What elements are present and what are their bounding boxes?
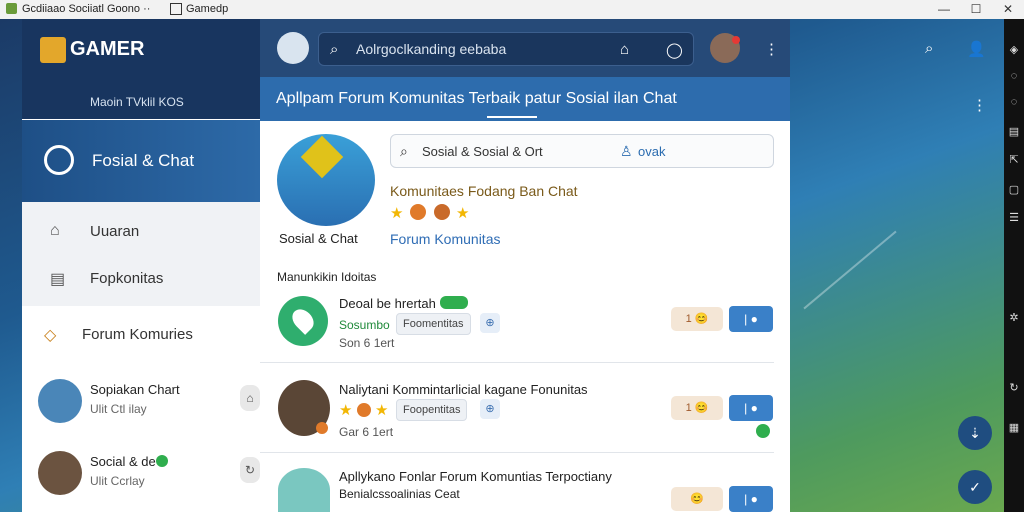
app-icon <box>6 3 17 14</box>
sidebar-item-label[interactable]: Fopkonitas <box>90 270 163 287</box>
search-placeholder: Aolrgoclkanding eebaba <box>356 41 507 57</box>
badge-icon <box>410 204 426 220</box>
star-icon: ★ <box>375 402 389 419</box>
divider <box>260 452 774 453</box>
post-tag[interactable]: Foopentitas <box>396 399 468 421</box>
divider <box>260 362 774 363</box>
hero-diamond-icon <box>300 135 344 179</box>
hero-image <box>277 134 375 226</box>
sidebar-item-label[interactable]: Uuaran <box>90 223 139 240</box>
post-meta: Benialcssoalinias Ceat <box>339 487 460 501</box>
post-action-button[interactable]: | ● <box>729 306 773 332</box>
chat-name[interactable]: Social & de <box>90 454 156 469</box>
banner-title: Apllpam Forum Komunitas Terbaik patur So… <box>276 90 677 107</box>
banner-indicator <box>487 116 537 118</box>
maximize-button[interactable]: ☐ <box>962 0 990 19</box>
more-vert-icon[interactable]: ⋮ <box>972 96 987 114</box>
toolbar-list-icon[interactable]: ☰ <box>1006 210 1022 226</box>
chat-action-icon[interactable]: ⌂ <box>240 385 260 411</box>
toolbar-doc-icon[interactable]: ▤ <box>1006 124 1022 140</box>
more-vert-icon[interactable]: ⋮ <box>764 40 779 58</box>
toolbar-export-icon[interactable]: ⇱ <box>1006 152 1022 168</box>
star-icon: ★ <box>339 402 353 419</box>
sidebar-active-label: Fosial & Chat <box>92 151 195 170</box>
home-icon: ⌂ <box>50 222 60 239</box>
avatar[interactable] <box>38 451 82 495</box>
fab-bottom-icon[interactable]: ✓ <box>958 470 992 504</box>
chat-action-icon[interactable]: ↻ <box>240 457 260 483</box>
tab-1[interactable]: Gcdiiaao Sociiatl Goono ·· <box>22 2 150 17</box>
right-toolbar <box>1004 19 1024 512</box>
notification-badge <box>732 36 740 44</box>
search-icon: ⌕ <box>400 143 408 159</box>
toolbar-pin-icon[interactable]: ◈ <box>1006 42 1022 58</box>
user-icon[interactable]: 👤 <box>967 40 986 58</box>
avatar-badge-icon <box>316 422 328 434</box>
leaf-icon <box>288 305 318 335</box>
app-logo[interactable]: GAMER <box>70 38 144 61</box>
gamer-logo-icon <box>40 37 66 63</box>
chat-icon[interactable]: ◯ <box>666 41 683 59</box>
toolbar-settings-icon[interactable]: ✲ <box>1006 310 1022 326</box>
sidebar-group <box>22 202 260 306</box>
badge-icon <box>434 204 450 220</box>
post-action-button[interactable]: | ● <box>729 395 773 421</box>
title-bar: Gcdiiaao Sociiatl Goono ·· Gamedp — ☐ ✕ <box>0 0 1024 20</box>
minimize-button[interactable]: — <box>930 0 958 19</box>
post-time: Gar 6 1ert <box>339 425 394 439</box>
search-chat-icon <box>44 145 74 175</box>
toolbar-sync-icon[interactable]: ↻ <box>1006 380 1022 396</box>
post-tag[interactable]: Foomentitas <box>396 313 471 335</box>
close-button[interactable]: ✕ <box>994 0 1022 19</box>
sidebar-item-label[interactable]: Forum Komuries <box>82 326 193 343</box>
search-icon[interactable]: ⌕ <box>925 40 933 57</box>
toolbar-bell-icon[interactable]: ◌ <box>1006 94 1022 110</box>
link-icon[interactable]: ⊕ <box>480 313 500 333</box>
post-action-button[interactable]: | ● <box>729 486 773 512</box>
content-search-text: Sosial & Sosial & Ort <box>422 144 543 159</box>
hero-image-label: Sosial & Chat <box>279 231 358 246</box>
hero-title: Komunitaes Fodang Ban Chat <box>390 183 578 199</box>
online-status-icon <box>756 424 770 438</box>
post-meta: Sosumbo <box>339 318 390 332</box>
light-streak <box>803 230 897 310</box>
star-icon: ★ <box>390 205 404 222</box>
online-status-icon <box>156 455 168 467</box>
star-icon: ★ <box>456 205 470 222</box>
post-title[interactable]: Deoal be hrertah <box>339 296 436 311</box>
fab-top-icon[interactable]: ⇣ <box>958 416 992 450</box>
search-icon: ⌕ <box>330 41 339 58</box>
sidebar-subtitle: Maoin TVklil KOS <box>90 95 184 109</box>
post-title[interactable]: Naliytani Kommintarlicial kagane Fonunit… <box>339 382 588 397</box>
post-time: Son 6 1ert <box>339 336 395 350</box>
avatar[interactable] <box>38 379 82 423</box>
reaction-button[interactable]: 😊 <box>671 487 723 511</box>
chat-subtitle: Ulit Ctl ilay <box>90 402 147 416</box>
status-badge <box>440 296 468 309</box>
chat-subtitle: Ulit Ccrlay <box>90 474 145 488</box>
post-avatar[interactable] <box>278 296 328 346</box>
link-icon[interactable]: ⊕ <box>480 399 500 419</box>
badge-icon <box>357 403 371 417</box>
toolbar-chat-icon[interactable]: ◌ <box>1006 68 1022 84</box>
content-search-button[interactable]: ovak <box>638 144 665 159</box>
forum-icon: ◇ <box>44 327 57 344</box>
profile-avatar[interactable] <box>277 32 309 64</box>
post-title[interactable]: Apllykano Fonlar Forum Komuntias Terpoct… <box>339 469 612 484</box>
home-icon[interactable]: ⌂ <box>620 41 629 58</box>
tab-2[interactable]: Gamedp <box>186 2 228 17</box>
person-icon: ♙ <box>620 143 633 159</box>
reaction-button[interactable]: 1 😊 <box>671 396 723 420</box>
post-avatar[interactable] <box>278 468 330 512</box>
document-icon: ▤ <box>50 271 66 288</box>
toolbar-box-icon[interactable]: ▢ <box>1006 182 1022 198</box>
reaction-button[interactable]: 1 😊 <box>671 307 723 331</box>
toolbar-grid-icon[interactable]: ▦ <box>1006 420 1022 436</box>
hero-link[interactable]: Forum Komunitas <box>390 231 500 247</box>
window-icon <box>170 3 182 15</box>
section-title: Manunkikin Idoitas <box>277 270 377 284</box>
chat-name[interactable]: Sopiakan Chart <box>90 382 180 397</box>
